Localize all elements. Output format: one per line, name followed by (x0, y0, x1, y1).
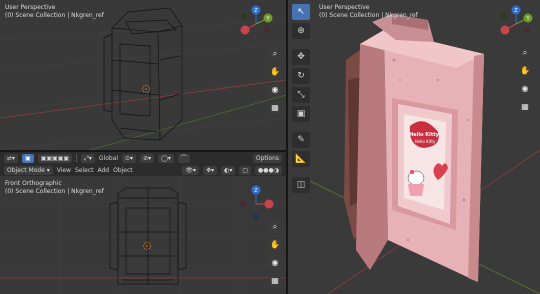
viewport-top-left[interactable]: User Perspective (0) Scene Collection | … (0, 0, 286, 150)
grid-icon[interactable]: ▦ (518, 100, 532, 114)
snap-icon[interactable]: ⊘▾ (140, 153, 155, 163)
viewport-right[interactable]: Hello Kitty Hello Kitty User Perspective… (288, 0, 540, 294)
rotate-icon[interactable]: ↻ (292, 68, 310, 84)
viewport-title: Front Orthographic (5, 180, 62, 187)
options-dropdown[interactable]: Options (252, 153, 282, 163)
tool-shelf: ↖ ⊕ ✥ ↻ ⤡ ▣ ✎ 📐 ◫ (292, 4, 310, 193)
annotate-icon[interactable]: ✎ (292, 132, 310, 148)
pivot-point-icon[interactable]: ⊙▾ (122, 153, 137, 163)
gizmo-z-label: Z (254, 8, 258, 14)
falloff-icon[interactable]: ⌒ (177, 153, 190, 163)
sticker-text-2: Hello Kitty (415, 139, 436, 144)
scale-icon[interactable]: ⤡ (292, 87, 310, 103)
grid-icon[interactable]: ▦ (268, 101, 282, 115)
select-mode-icons[interactable]: ▣▣▣▣▣ (37, 153, 73, 163)
viewport-header: Object Mode ▾ View Select Add Object 👁▾ … (0, 164, 286, 176)
viewport-subtitle: (0) Scene Collection | Nkgren_ref (319, 12, 418, 19)
camera-icon[interactable]: ◉ (268, 83, 282, 97)
orientation-gizmo[interactable]: Z Y (496, 4, 536, 42)
orientation-global[interactable]: Global (99, 155, 118, 162)
menu-object[interactable]: Object (113, 167, 133, 174)
camera-icon[interactable]: ◉ (518, 82, 532, 96)
viewport-title: User Perspective (319, 4, 370, 11)
gizmo-z-label: Z (514, 8, 518, 14)
viewport-bottom-left[interactable]: Front Orthographic (0) Scene Collection … (0, 176, 286, 294)
menu-view[interactable]: View (57, 167, 71, 174)
gizmo-toggle-icon[interactable]: ✥▾ (203, 165, 218, 175)
object-mode-label: Object Mode (7, 166, 45, 174)
grid-icon[interactable]: ▦ (268, 274, 282, 288)
tool-header: ⇄▾ ▣ ▣▣▣▣▣ ⤢▾ Global ⊙▾ ⊘▾ ◯▾ ⌒ Options (0, 152, 286, 164)
visibility-icon[interactable]: 👁▾ (182, 165, 200, 175)
viewport-title: User Perspective (5, 4, 56, 11)
viewport-right-scene: Hello Kitty Hello Kitty (307, 14, 540, 294)
viewport-subtitle: (0) Scene Collection | Nkgren_ref (5, 188, 104, 195)
transform-icon[interactable]: ▣ (292, 106, 310, 122)
move-icon[interactable]: ✥ (292, 49, 310, 65)
orientation-gizmo[interactable]: Z (236, 184, 276, 222)
shading-modes-icon[interactable]: ●●●◑ (255, 165, 282, 175)
zoom-icon[interactable]: ⌕ (518, 46, 532, 60)
overlay-toggle-icon[interactable]: ◐▾ (221, 165, 236, 175)
pan-hand-icon[interactable]: ✋ (268, 65, 282, 79)
measure-icon[interactable]: 📐 (292, 151, 310, 167)
zoom-icon[interactable]: ⌕ (268, 220, 282, 234)
transform-pivot-icon[interactable]: ⇄▾ (4, 153, 19, 163)
add-cube-icon[interactable]: ◫ (292, 177, 310, 193)
proportional-edit-icon[interactable]: ◯▾ (158, 153, 174, 163)
navigation-controls: ⌕ ✋ ◉ ▦ (268, 220, 282, 288)
select-cursor-icon[interactable]: ↖ (292, 4, 310, 20)
navigation-controls: ⌕ ✋ ◉ ▦ (518, 46, 532, 114)
zoom-icon[interactable]: ⌕ (268, 47, 282, 61)
navigation-controls: ⌕ ✋ ◉ ▦ (268, 47, 282, 115)
gizmo-z-label: Z (254, 188, 258, 194)
pan-hand-icon[interactable]: ✋ (518, 64, 532, 78)
pan-hand-icon[interactable]: ✋ (268, 238, 282, 252)
viewport-subtitle: (0) Scene Collection | Nkgren_ref (5, 12, 104, 19)
horizontal-divider[interactable] (0, 150, 286, 152)
cursor-icon[interactable]: ⊕ (292, 23, 310, 39)
menu-select[interactable]: Select (75, 167, 94, 174)
transform-orientation-icon[interactable]: ⤢▾ (81, 153, 95, 163)
select-box-icon[interactable]: ▣ (22, 153, 34, 163)
orientation-gizmo[interactable]: Z Y (236, 4, 276, 42)
sticker-text-1: Hello Kitty (409, 132, 440, 138)
xray-icon[interactable]: ▢ (239, 165, 252, 175)
object-mode-dropdown[interactable]: Object Mode ▾ (4, 165, 53, 175)
camera-icon[interactable]: ◉ (268, 256, 282, 270)
menu-add[interactable]: Add (97, 167, 109, 174)
